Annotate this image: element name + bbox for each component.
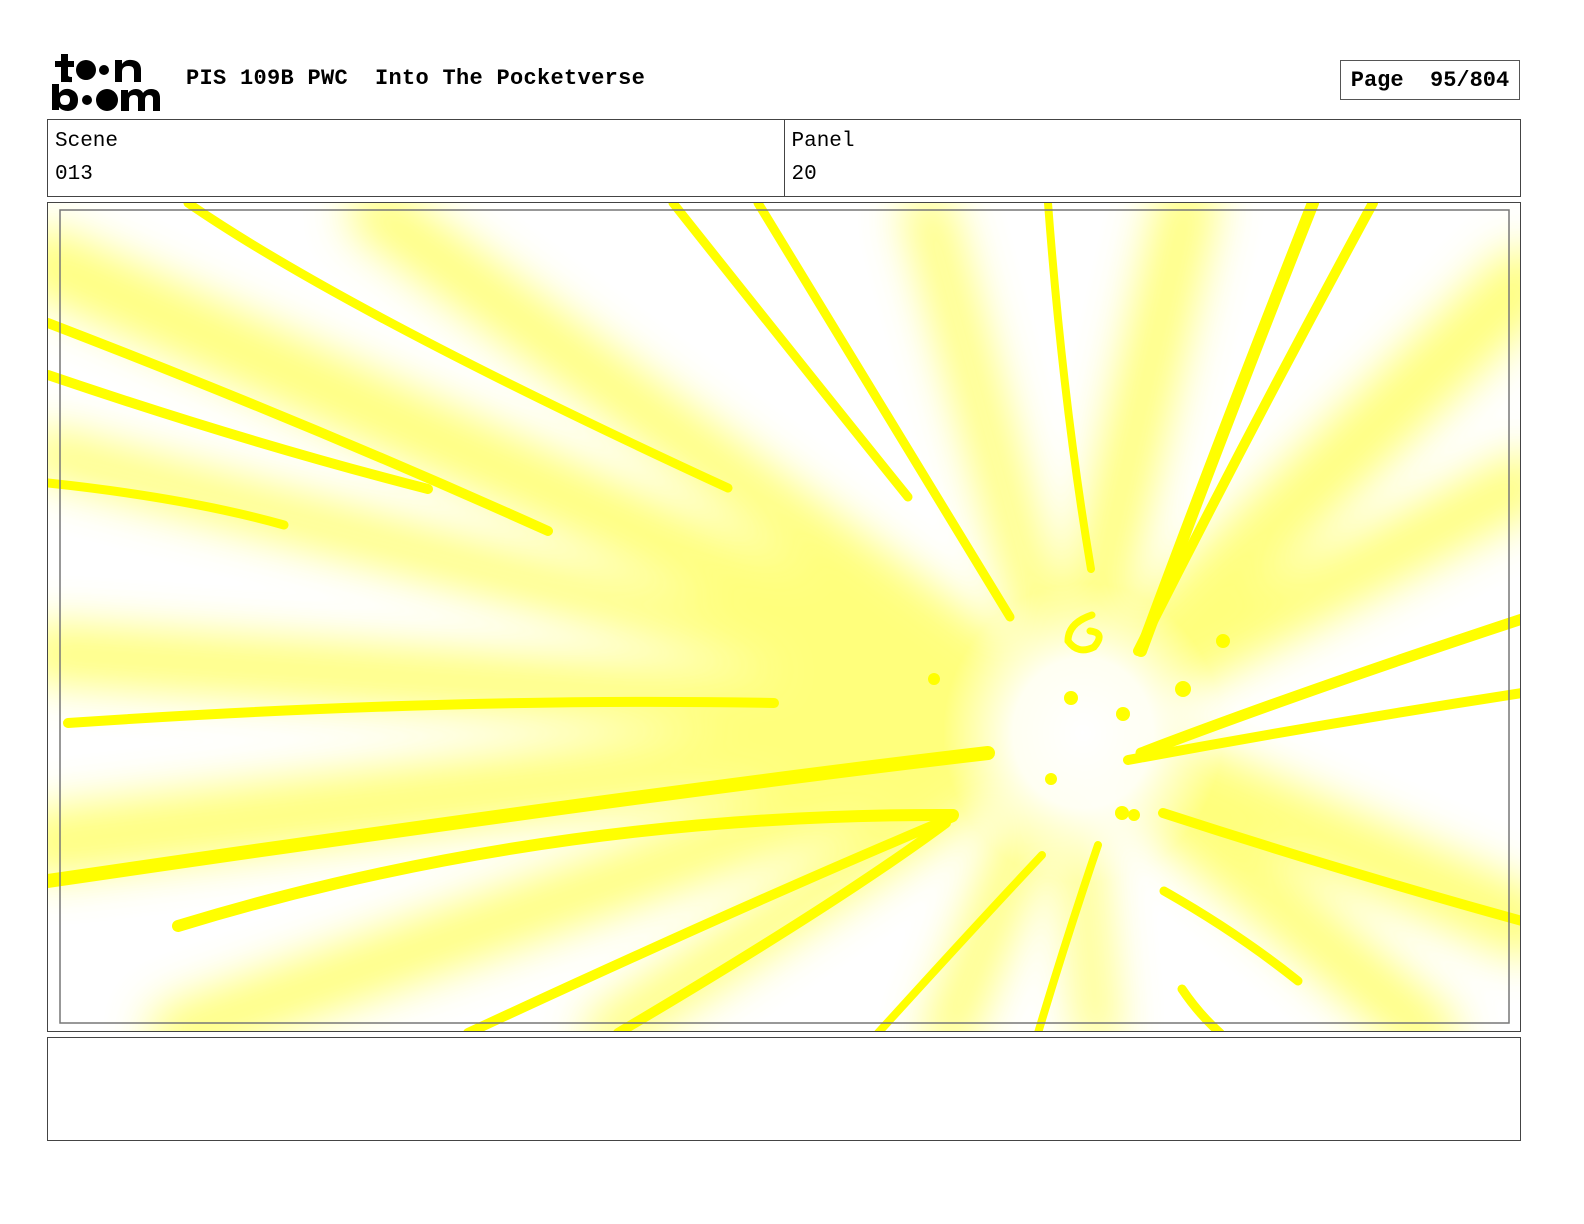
panel-cell: Panel 20 [783,120,1521,196]
toon-boom-logo [52,54,160,111]
scene-value: 013 [55,163,93,186]
scene-cell: Scene 013 [48,120,784,196]
panel-drawing [48,203,1520,1031]
project-title: PIS 109B PWC Into The Pocketverse [186,66,646,91]
page-indicator: Page 95/804 [1340,60,1520,100]
panel-value: 20 [791,163,817,186]
storyboard-panel [47,202,1521,1032]
panel-label: Panel [791,130,855,153]
notes-box [47,1037,1521,1141]
glow-rays [48,203,1520,1031]
scene-panel-info: Scene 013 Panel 20 [47,119,1521,197]
scene-label: Scene [55,130,119,153]
